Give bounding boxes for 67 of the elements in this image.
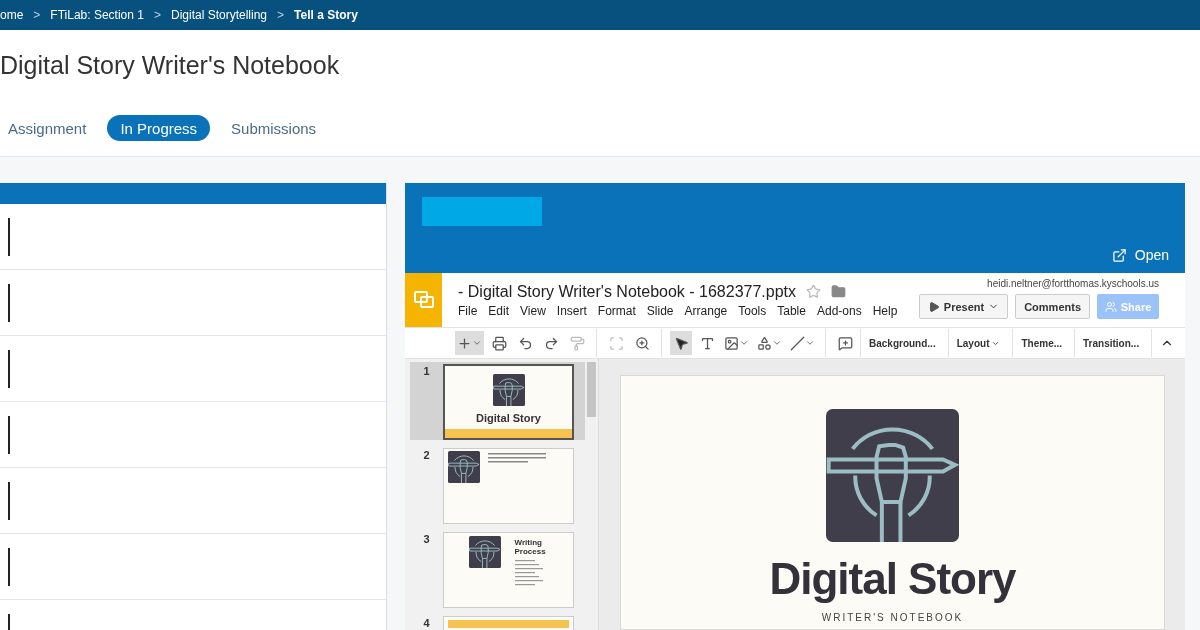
people-icon bbox=[1104, 300, 1117, 313]
thumbnail-edge bbox=[8, 217, 10, 256]
play-icon bbox=[927, 300, 940, 313]
hand-pencil-logo-drawing bbox=[468, 536, 501, 568]
slides-logo-icon[interactable] bbox=[405, 273, 442, 327]
breadcrumb-separator: > bbox=[277, 8, 285, 22]
toolbar-button[interactable]: Theme... bbox=[1012, 329, 1071, 357]
plus-icon bbox=[457, 335, 472, 351]
toolbar-button[interactable]: Layout bbox=[947, 329, 1009, 357]
text-lines-drawing bbox=[488, 451, 548, 465]
hand-pencil-logo-drawing bbox=[492, 374, 525, 406]
thumbnail-edge bbox=[8, 547, 10, 586]
thumbnail-edge bbox=[8, 283, 10, 322]
tab[interactable]: Assignment bbox=[0, 115, 100, 141]
slide-number: 1 bbox=[422, 364, 431, 377]
menu-item[interactable]: Format bbox=[597, 303, 636, 318]
slide-thumbnail[interactable]: Writing Process bbox=[443, 532, 574, 608]
hand-pencil-logo-drawing bbox=[448, 451, 480, 483]
breadcrumb-link[interactable]: Digital Storytelling bbox=[171, 8, 268, 22]
open-link[interactable]: Open bbox=[1111, 247, 1169, 263]
page-title: Digital Story Writer's Notebook bbox=[0, 49, 341, 81]
menu-item[interactable]: Add-ons bbox=[816, 303, 862, 318]
tab[interactable]: In Progress bbox=[107, 115, 211, 141]
document-title: - Digital Story Writer's Notebook - 1682377.pptx bbox=[458, 282, 797, 301]
menu-item[interactable]: Tools bbox=[738, 303, 767, 318]
account-email[interactable]: heidi.neltner@fortthomas.kyschools.us bbox=[987, 278, 1159, 289]
breadcrumb-separator: > bbox=[33, 8, 41, 22]
breadcrumb-link[interactable]: Tell a Story bbox=[294, 8, 358, 22]
caret-icon bbox=[472, 338, 482, 348]
pointer-icon[interactable] bbox=[670, 331, 692, 355]
slide-thumbnail[interactable]: Digital Story bbox=[443, 364, 574, 440]
slide-number: 2 bbox=[422, 448, 431, 461]
menu-item[interactable]: Insert bbox=[556, 303, 587, 318]
menu-item[interactable]: Slide bbox=[646, 303, 674, 318]
thumbnail-title: Digital Story bbox=[476, 412, 541, 424]
slide-thumbnail-row[interactable]: 3 Writing Process bbox=[410, 530, 585, 608]
thumbnail-edge bbox=[8, 349, 10, 388]
thumbnail-edge bbox=[8, 481, 10, 520]
thumbnail-edge bbox=[8, 415, 10, 454]
slide-number: 4 bbox=[422, 616, 431, 629]
present-button[interactable]: Present bbox=[918, 294, 1009, 319]
external-link-icon bbox=[1111, 247, 1127, 263]
slide-title: Digital Story bbox=[769, 554, 1016, 604]
slide-thumbnail-row[interactable]: 4 bbox=[410, 614, 585, 630]
menu-item[interactable]: Arrange bbox=[684, 303, 728, 318]
slide-thumbnail-row[interactable]: 2 bbox=[410, 446, 585, 524]
slide-thumbnail[interactable] bbox=[443, 448, 574, 524]
comments-button[interactable]: Comments bbox=[1015, 294, 1090, 319]
tab[interactable]: Submissions bbox=[218, 115, 330, 141]
toolbar-button[interactable]: Transition... bbox=[1074, 329, 1148, 357]
slide-thumbnail-row[interactable]: 1 Digital Story bbox=[410, 362, 585, 440]
menu-item[interactable]: Help bbox=[872, 303, 898, 318]
folder-icon[interactable] bbox=[831, 284, 847, 299]
breadcrumb-link[interactable]: FTiLab: Section 1 bbox=[50, 8, 144, 22]
slide-subtitle: WRITER'S NOTEBOOK bbox=[821, 612, 964, 623]
menu-item[interactable]: Table bbox=[777, 303, 806, 318]
slide-number: 3 bbox=[422, 532, 431, 545]
new-slide-button[interactable] bbox=[455, 331, 484, 355]
toolbar-button[interactable]: Background... bbox=[860, 329, 944, 357]
menu-item[interactable]: File bbox=[458, 303, 478, 318]
menu-item[interactable]: View bbox=[520, 303, 546, 318]
breadcrumb-link[interactable]: ome bbox=[0, 8, 24, 22]
menu-item[interactable]: Edit bbox=[488, 303, 510, 318]
scrollbar-thumb[interactable] bbox=[587, 362, 596, 417]
thumbnail-title: Writing Process bbox=[514, 538, 547, 556]
breadcrumb-separator: > bbox=[153, 8, 161, 22]
star-icon[interactable] bbox=[806, 284, 822, 299]
